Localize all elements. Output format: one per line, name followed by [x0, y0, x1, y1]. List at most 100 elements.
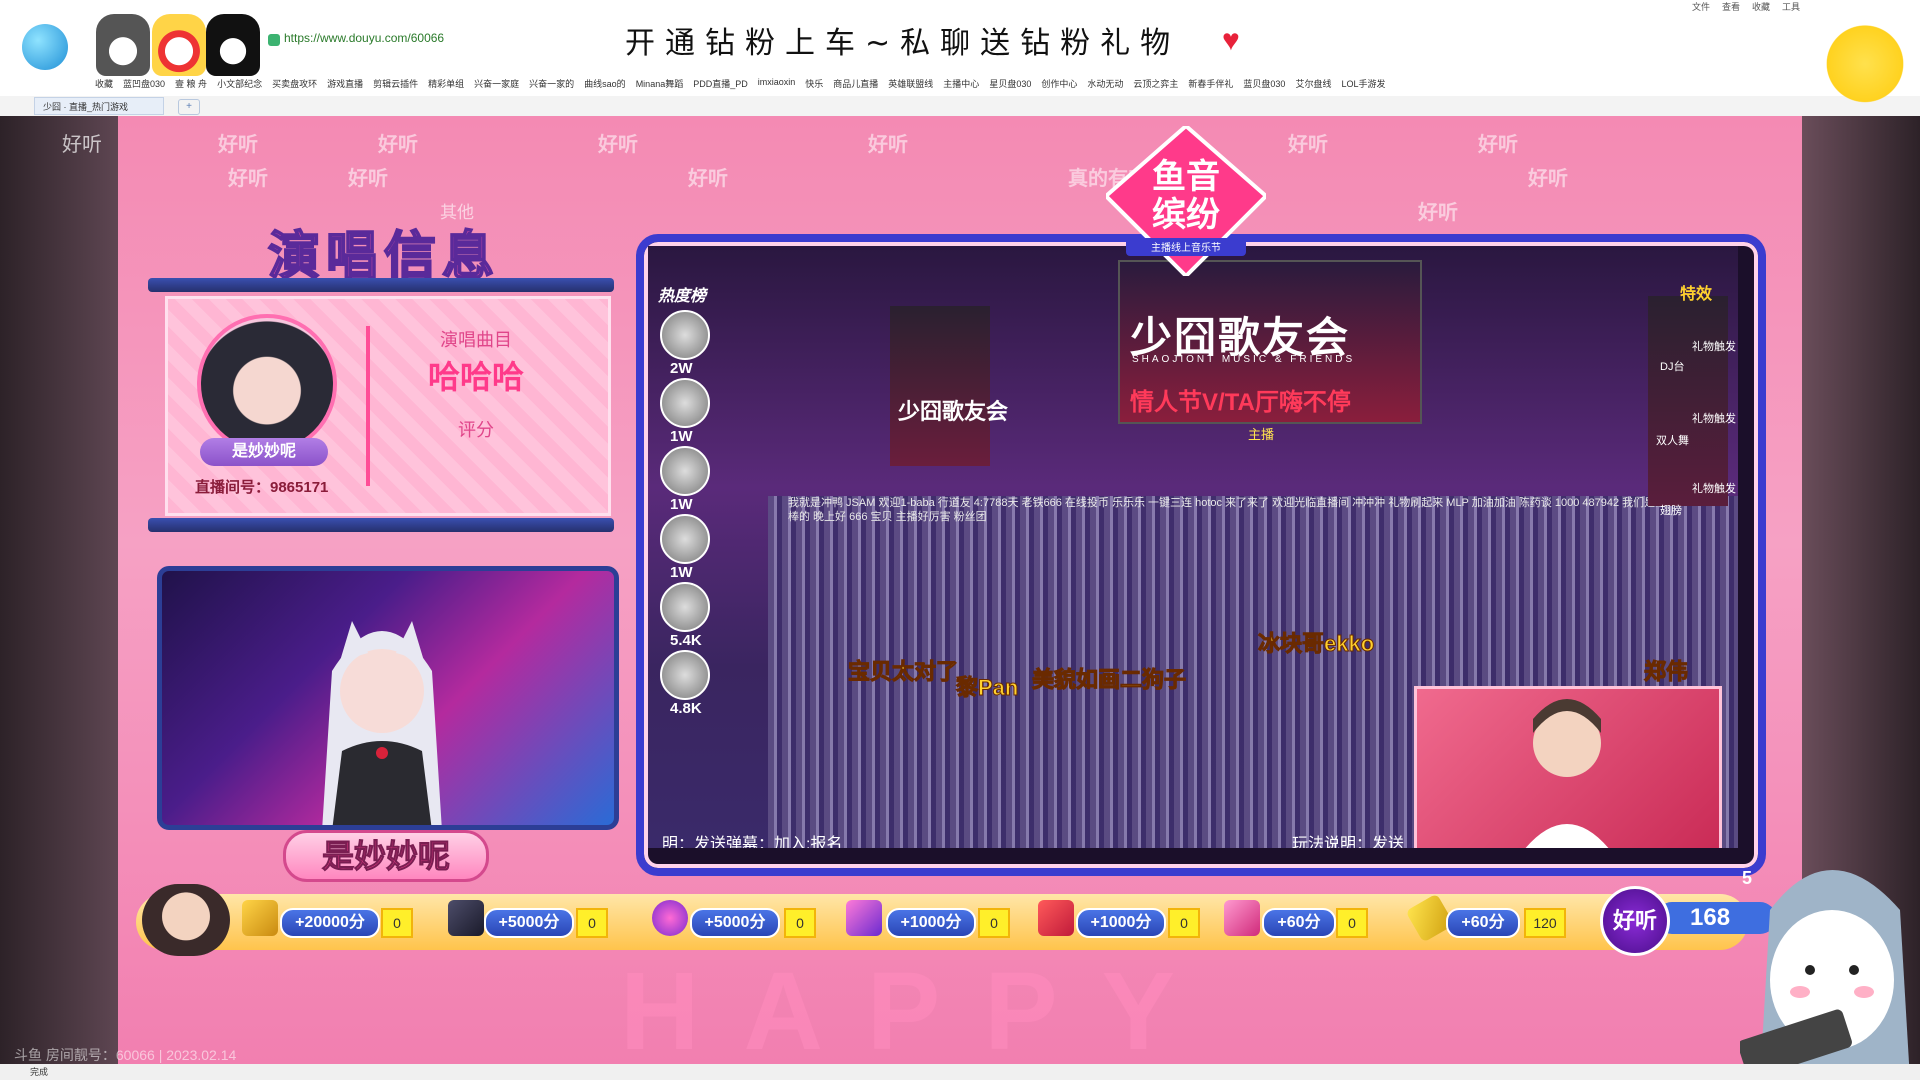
room-footer: 斗鱼 房间靓号：60066 | 2023.02.14 [14, 1047, 237, 1063]
bookmark-item[interactable]: 云顶之弈主 [1133, 77, 1178, 91]
rank-count: 1W [670, 428, 693, 445]
host-avatar-small [142, 884, 230, 956]
anchor-avatar [197, 314, 337, 454]
menu-tools[interactable]: 工具 [1782, 0, 1800, 13]
happy-watermark: HAPPY [620, 950, 1219, 1064]
bookmark-item[interactable]: 壹 粮 舟 [175, 77, 207, 91]
bookmark-item[interactable]: 兴奋一家庭 [474, 77, 519, 91]
rank-avatar[interactable] [660, 378, 710, 428]
anchor-name: 是妙妙呢 [200, 438, 328, 466]
bookmark-item[interactable]: 艾尔盘线 [1295, 77, 1331, 91]
panel-top-bar [148, 278, 614, 292]
watermark-text: 好听 [218, 134, 258, 156]
bookmark-item[interactable]: 主播中心 [943, 77, 979, 91]
tab-douyu-live[interactable]: 少囧 · 直播_热门游戏 [34, 97, 164, 115]
gift-rocket-icon [448, 900, 484, 936]
gift-score-label: +5000分 [690, 908, 780, 938]
bookmark-item[interactable]: 兴奋一家的 [529, 77, 574, 91]
gift-score-label: +60分 [1446, 908, 1520, 938]
bookmark-item[interactable]: 蓝凹盘030 [123, 77, 165, 91]
pikachu-sticker-icon [1810, 0, 1920, 116]
watermark-text: 好听 [1288, 134, 1328, 156]
bookmark-item[interactable]: 蓝贝盘030 [1243, 77, 1285, 91]
bookmark-item[interactable]: LOL手游发 [1341, 77, 1385, 91]
danmu-comments: 我就是冲鸭 JSAM 欢迎1-baba 行道友 4:7788天 老铁666 在线… [788, 497, 1667, 523]
host-camera [1414, 686, 1722, 848]
bookmark-item[interactable]: 英雄联盟线 [888, 77, 933, 91]
score-label: 评分 [458, 420, 494, 440]
bookmark-item[interactable]: 买卖盘攻环 [272, 77, 317, 91]
bookmark-item[interactable]: 收藏 [95, 77, 113, 91]
watermark-text: 好听 [1418, 202, 1458, 224]
bookmark-item[interactable]: Minana舞蹈 [636, 77, 684, 91]
room-number: 直播间号：9865171 [195, 479, 329, 496]
effect-label: DJ台 [1660, 361, 1685, 373]
song-title: 哈哈哈 [428, 359, 525, 395]
secure-lock-icon [268, 34, 280, 46]
bookmark-item[interactable]: 新春手伴礼 [1188, 77, 1233, 91]
gift-score-count: 0 [784, 908, 816, 938]
bookmark-item[interactable]: 剪辑云插件 [373, 77, 418, 91]
rank-avatar[interactable] [660, 310, 710, 360]
gift-score-label: +5000分 [484, 908, 574, 938]
vtuber-avatar [322, 621, 442, 825]
watermark-text: 好听 [378, 134, 418, 156]
bookmark-item[interactable]: 小文部纪念 [217, 77, 262, 91]
host-avatar [1525, 699, 1609, 848]
left-screen-title: 少囧歌友会 [898, 399, 1009, 424]
effect-label: 翅膀 [1660, 505, 1682, 517]
totoro-sticker-icon [96, 14, 150, 76]
bookmark-item[interactable]: 商品儿直播 [833, 77, 878, 91]
effect-label: 礼物触发 [1692, 483, 1736, 495]
song-label: 演唱曲目 [440, 330, 512, 350]
right-stage-screen [1648, 296, 1728, 506]
avatar-name-label: 美貌如画二狗子 [1031, 667, 1187, 693]
rank-avatar[interactable] [660, 582, 710, 632]
gift-lipstick-icon [1224, 900, 1260, 936]
rank-avatar[interactable] [660, 650, 710, 700]
bookmark-item[interactable]: 星贝盘030 [989, 77, 1031, 91]
bookmark-item[interactable]: 创作中心 [1041, 77, 1077, 91]
rank-count: 4.8K [670, 700, 702, 717]
bookmark-item[interactable]: 曲线sao的 [584, 77, 626, 91]
cat-sticker-icon [152, 14, 206, 76]
effect-label: 礼物触发 [1692, 341, 1736, 353]
gift-score-label: +20000分 [280, 908, 380, 938]
gift-rocket-icon [242, 900, 278, 936]
effects-title: 特效 [1680, 286, 1713, 303]
bookmark-item[interactable]: 游戏直播 [327, 77, 363, 91]
bookmark-item[interactable]: 快乐 [805, 77, 823, 91]
menu-view[interactable]: 查看 [1722, 0, 1740, 13]
rank-avatar[interactable] [660, 514, 710, 564]
rank-count: 1W [670, 496, 693, 513]
logo-line1: 鱼音 [1152, 157, 1220, 197]
gift-plane-icon [846, 900, 882, 936]
menu-favorites[interactable]: 收藏 [1752, 0, 1770, 13]
bookmark-item[interactable]: 水动无动 [1087, 77, 1123, 91]
bookmark-item[interactable]: imxiaoxin [758, 77, 796, 91]
watermark-text: 好听 [348, 168, 388, 190]
gift-score-count: 0 [978, 908, 1010, 938]
bookmark-item[interactable]: PDD直播_PD [693, 77, 748, 91]
virtual-concert-scene[interactable]: 我就是冲鸭 JSAM 欢迎1-baba 行道友 4:7788天 老铁666 在线… [648, 246, 1738, 848]
address-bar[interactable]: https://www.douyu.com/60066 [284, 31, 444, 45]
bookmark-item[interactable]: 精彩单组 [428, 77, 464, 91]
menu-file[interactable]: 文件 [1692, 0, 1710, 13]
logo-sub: 主播线上音乐节 [1151, 241, 1221, 254]
gift-jet-icon [1038, 900, 1074, 936]
avatar-name-label: 郑伟 [1643, 659, 1689, 685]
gift-score-label: +1000分 [886, 908, 976, 938]
stage-slogan: 情人节V/TA厅嗨不停 [1130, 389, 1351, 416]
browser-logo-icon[interactable] [22, 24, 68, 70]
tab-bar [0, 96, 1920, 116]
avatar-name-label: 宝贝太对了 [847, 659, 959, 685]
watermark-text: 好听 [62, 134, 102, 156]
new-tab-button[interactable]: + [178, 99, 200, 115]
anchor-banner: 是妙妙呢 [283, 830, 489, 882]
ticker-left: 明：发送弹幕：加入:报名 [662, 836, 843, 848]
rank-avatar[interactable] [660, 446, 710, 496]
ticker-right: 玩法说明：发送 [1292, 836, 1405, 848]
left-stage-screen [890, 306, 990, 466]
watermark-text: 好听 [598, 134, 638, 156]
gift-score-count: 0 [381, 908, 413, 938]
